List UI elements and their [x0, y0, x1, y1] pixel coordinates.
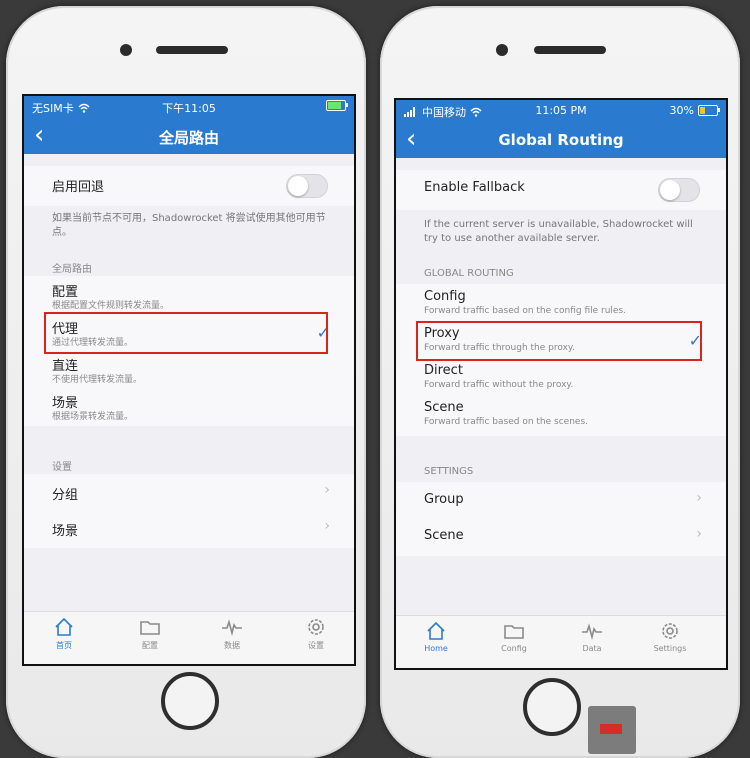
route-subtitle: Forward traffic based on the scenes.: [424, 417, 589, 427]
route-subtitle: Forward traffic based on the config file…: [424, 306, 626, 316]
route-item-scene[interactable]: Scene Forward traffic based on the scene…: [396, 397, 726, 434]
settings-label: 分组: [52, 488, 79, 503]
route-title: Proxy: [424, 326, 460, 341]
tab-bar: 首页 配置 数据 设置: [24, 611, 354, 664]
route-title: Scene: [424, 400, 464, 415]
settings-row-scene[interactable]: Scene ›: [396, 518, 726, 554]
fallback-toggle[interactable]: [286, 174, 328, 198]
tab-bar: Home Config Data Settings: [396, 615, 726, 668]
checkmark-icon: ✓: [688, 331, 702, 350]
tab-data[interactable]: 数据: [202, 616, 262, 651]
folder-icon: [140, 621, 160, 635]
route-subtitle: 不使用代理转发流量。: [52, 375, 143, 385]
route-subtitle: Forward traffic through the proxy.: [424, 343, 575, 353]
status-bar: 无SIM卡 下午11:05: [24, 96, 354, 118]
right-screen: 中国移动 11:05 PM 30% ‹ Global Routing Enabl…: [394, 98, 728, 670]
tab-label: 首页: [56, 641, 72, 650]
fallback-note: 如果当前节点不可用，Shadowrocket 将尝试使用其他可用节点。: [52, 213, 326, 238]
pulse-icon: [582, 623, 602, 641]
checkmark-icon: ✓: [316, 323, 330, 342]
gear-icon: [308, 619, 324, 635]
navigation-bar: ‹ 全局路由: [24, 118, 354, 154]
battery-percent: 30%: [669, 104, 694, 117]
tab-label: Home: [424, 644, 448, 653]
tab-home[interactable]: 首页: [34, 616, 94, 651]
route-subtitle: 根据配置文件规则转发流量。: [52, 301, 170, 311]
clock-label: 下午11:05: [162, 102, 216, 115]
route-item-direct[interactable]: Direct Forward traffic without the proxy…: [396, 360, 726, 397]
settings-label: Group: [424, 492, 464, 507]
earpiece-speaker: [534, 46, 606, 54]
toggle-knob: [288, 176, 308, 196]
battery-icon: [326, 100, 348, 111]
route-item-proxy[interactable]: 代理 通过代理转发流量。 ✓: [24, 315, 354, 352]
navigation-bar: ‹ Global Routing: [396, 122, 726, 158]
settings-row-group[interactable]: 分组 ›: [24, 474, 354, 510]
earpiece-speaker: [156, 46, 228, 54]
route-title: Config: [424, 289, 466, 304]
settings-row-group[interactable]: Group ›: [396, 482, 726, 518]
route-item-config[interactable]: Config Forward traffic based on the conf…: [396, 286, 726, 323]
tab-config[interactable]: 配置: [120, 616, 180, 651]
route-item-config[interactable]: 配置 根据配置文件规则转发流量。: [24, 278, 354, 315]
content-area: Enable Fallback If the current server is…: [396, 158, 726, 616]
home-button[interactable]: [161, 672, 219, 730]
gear-icon: [662, 623, 678, 639]
right-phone: 中国移动 11:05 PM 30% ‹ Global Routing Enabl…: [380, 6, 740, 758]
front-camera: [496, 44, 508, 56]
tab-config[interactable]: Config: [484, 620, 544, 653]
route-item-direct[interactable]: 直连 不使用代理转发流量。: [24, 352, 354, 389]
route-item-proxy[interactable]: Proxy Forward traffic through the proxy.…: [396, 323, 726, 360]
toggle-knob: [660, 180, 680, 200]
status-bar: 中国移动 11:05 PM 30%: [396, 100, 726, 122]
fallback-toggle[interactable]: [658, 178, 700, 202]
home-button[interactable]: [523, 678, 581, 736]
fallback-row: 启用回退: [24, 166, 354, 206]
settings-row-scene[interactable]: 场景 ›: [24, 510, 354, 546]
front-camera: [120, 44, 132, 56]
fallback-note: If the current server is unavailable, Sh…: [424, 219, 693, 244]
settings-label: Scene: [424, 528, 464, 543]
chevron-right-icon: ›: [324, 482, 330, 498]
tab-label: Settings: [653, 644, 687, 653]
tab-label: 设置: [308, 641, 324, 650]
battery-icon: [698, 105, 720, 116]
route-subtitle: Forward traffic without the proxy.: [424, 380, 574, 390]
routing-section-header: GLOBAL ROUTING: [424, 268, 514, 279]
tab-home[interactable]: Home: [406, 620, 466, 653]
tab-label: Config: [501, 644, 527, 653]
settings-section-header: 设置: [52, 462, 72, 473]
tab-data[interactable]: Data: [562, 620, 622, 653]
page-title: Global Routing: [498, 131, 624, 149]
home-icon: [427, 621, 445, 640]
tab-label: 数据: [224, 641, 240, 650]
left-phone: 无SIM卡 下午11:05 ‹ 全局路由 启用回退 如果当前节点不可用，Shad…: [6, 6, 366, 758]
page-title: 全局路由: [158, 129, 219, 147]
route-subtitle: 根据场景转发流量。: [52, 412, 134, 422]
routing-section-header: 全局路由: [52, 264, 92, 275]
chevron-right-icon: ›: [696, 526, 702, 542]
route-subtitle: 通过代理转发流量。: [52, 338, 134, 348]
settings-label: 场景: [52, 524, 79, 539]
fallback-label: Enable Fallback: [424, 180, 525, 195]
tab-label: 配置: [142, 641, 158, 650]
charging-clip: [588, 706, 636, 754]
tab-settings[interactable]: Settings: [640, 620, 700, 653]
pulse-icon: [222, 619, 242, 637]
tab-label: Data: [582, 644, 602, 653]
settings-section-header: SETTINGS: [424, 466, 474, 477]
folder-icon: [504, 625, 524, 639]
tab-settings[interactable]: 设置: [286, 616, 346, 651]
fallback-label: 启用回退: [52, 180, 105, 195]
fallback-row: Enable Fallback: [396, 170, 726, 210]
home-icon: [55, 617, 73, 636]
chevron-right-icon: ›: [324, 518, 330, 534]
left-screen: 无SIM卡 下午11:05 ‹ 全局路由 启用回退 如果当前节点不可用，Shad…: [22, 94, 356, 666]
clock-label: 11:05 PM: [535, 104, 587, 117]
chevron-right-icon: ›: [696, 490, 702, 506]
route-title: Direct: [424, 363, 463, 378]
content-area: 启用回退 如果当前节点不可用，Shadowrocket 将尝试使用其他可用节点。…: [24, 154, 354, 612]
route-item-scene[interactable]: 场景 根据场景转发流量。: [24, 389, 354, 426]
